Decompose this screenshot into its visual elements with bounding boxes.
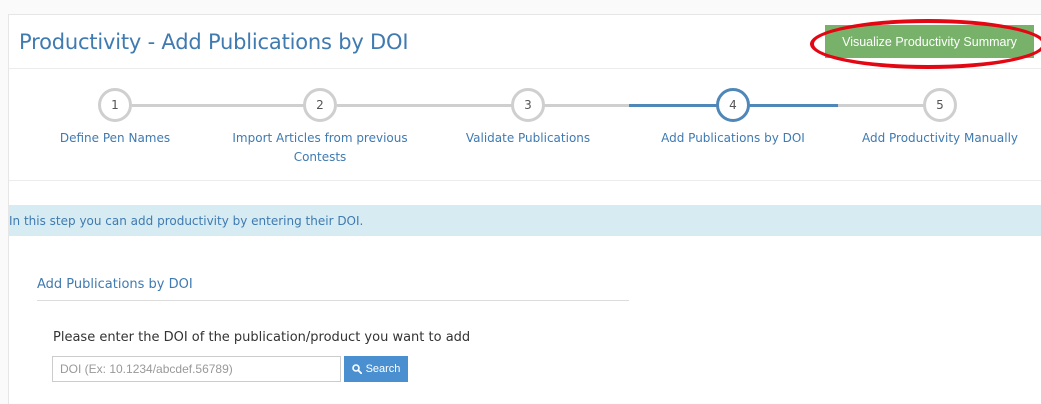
doi-prompt-label: Please enter the DOI of the publication/…	[53, 330, 471, 345]
main-panel: Productivity - Add Publications by DOI V…	[8, 14, 1041, 404]
step-2-number: 2	[316, 98, 324, 112]
step-3-circle[interactable]: 3	[511, 88, 545, 122]
section-title: Add Publications by DOI	[37, 277, 193, 292]
step-connector-2-3	[337, 104, 520, 107]
section-divider	[37, 300, 629, 301]
search-button-label: Search	[365, 363, 401, 375]
step-4-label[interactable]: Add Publications by DOI	[623, 129, 843, 148]
step-connector-4-5-active	[739, 104, 838, 107]
step-5-circle[interactable]: 5	[923, 88, 957, 122]
step-3-number: 3	[524, 98, 532, 112]
search-icon	[351, 364, 362, 374]
step-5-label[interactable]: Add Productivity Manually	[830, 129, 1041, 148]
step-2-label[interactable]: Import Articles from previous Contests	[220, 129, 420, 167]
step-connector-1-2	[132, 104, 320, 107]
step-connector-4-active	[629, 104, 722, 107]
step-1-number: 1	[111, 98, 119, 112]
step-1-circle[interactable]: 1	[98, 88, 132, 122]
info-message: In this step you can add productivity by…	[9, 213, 364, 228]
page-header: Productivity - Add Publications by DOI V…	[9, 15, 1041, 69]
page-title: Productivity - Add Publications by DOI	[19, 30, 409, 54]
doi-input[interactable]	[52, 356, 341, 382]
step-4-number: 4	[729, 98, 737, 112]
page: Productivity - Add Publications by DOI V…	[0, 0, 1041, 404]
step-5-number: 5	[936, 98, 944, 112]
visualize-productivity-summary-button[interactable]: Visualize Productivity Summary	[825, 25, 1034, 58]
step-1-label[interactable]: Define Pen Names	[5, 129, 225, 148]
info-alert: In this step you can add productivity by…	[9, 205, 1041, 236]
step-4-circle[interactable]: 4	[716, 88, 750, 122]
search-button[interactable]: Search	[344, 356, 408, 382]
step-2-circle[interactable]: 2	[303, 88, 337, 122]
wizard-stepper: 1 2 3 4 5 Define Pen Names Import Articl…	[9, 69, 1041, 181]
step-3-label[interactable]: Validate Publications	[418, 129, 638, 148]
